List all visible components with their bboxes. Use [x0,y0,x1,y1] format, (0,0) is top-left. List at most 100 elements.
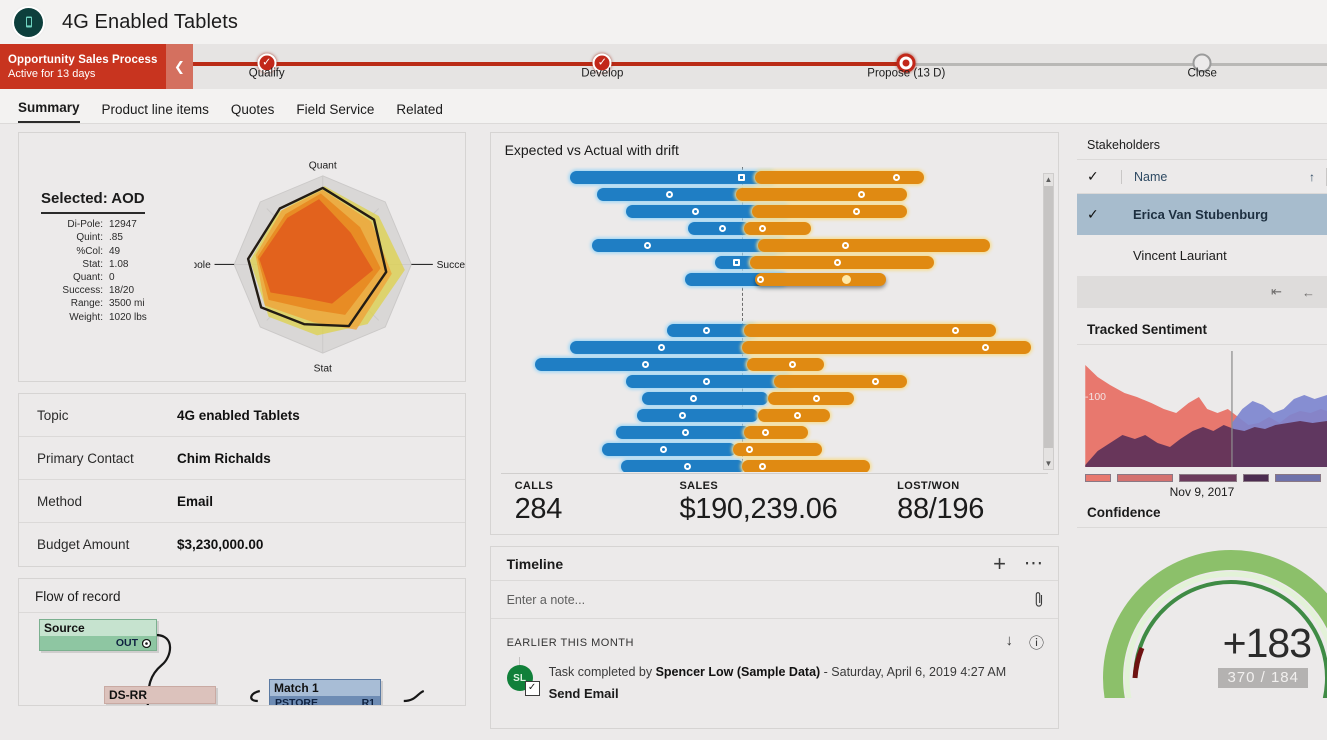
expected-bar[interactable] [602,443,737,456]
timeline-section-label: EARLIER THIS MONTH [506,636,634,649]
chevron-left-icon[interactable]: ❮ [166,44,193,89]
flow-node-match-1-out-port: R1 [361,697,375,706]
stakeholder-row[interactable]: Vincent Lauriant [1077,235,1327,276]
bpf-stage-close[interactable]: Close [1188,53,1217,80]
checkmark-icon[interactable]: ✓ [1087,168,1121,185]
tab-summary[interactable]: Summary [18,100,80,123]
tracked-sentiment-chart: -100 [1077,351,1327,471]
flow-node-ds-rr-label: DS-RR [109,688,147,702]
expected-bar[interactable] [596,188,758,201]
gantt-row[interactable] [501,171,1036,184]
kpi-label: LOST/WON [897,480,960,492]
timeline-title: Timeline [506,556,564,572]
tab-field-service[interactable]: Field Service [296,102,374,123]
actual-bar[interactable] [736,188,908,201]
gantt-row[interactable] [501,256,1036,269]
actual-bar[interactable] [746,358,825,371]
flow-node-match-1-label: Match 1 [270,680,380,696]
scrollbar-thumb[interactable] [1044,186,1053,448]
column-header-name[interactable]: Name [1121,169,1298,184]
arrow-up-icon[interactable]: ↑ [1298,170,1326,184]
actual-bar[interactable] [757,239,991,252]
sentiment-axis-label: -100 [1085,391,1107,403]
radar-stat-key: Range: [70,298,103,310]
confidence-ratio: 370 / 184 [1218,668,1308,688]
radar-stat-value: 12947 [109,219,137,231]
bpf-progress-line [193,62,907,66]
expected-bar[interactable] [570,171,777,184]
gantt-row[interactable] [501,324,1036,337]
gantt-row[interactable] [501,375,1036,388]
radar-stat-value: 1020 lbs [109,311,147,323]
bpf-active-stage[interactable]: Opportunity Sales Process Active for 13 … [0,44,166,89]
gantt-row[interactable] [501,460,1036,472]
detail-label: Primary Contact [37,450,134,466]
radar-plot: Quant Success Stat Di-pole [178,137,475,377]
business-process-flow: Opportunity Sales Process Active for 13 … [0,44,1327,89]
actual-bar[interactable] [749,256,935,269]
gantt-row[interactable] [501,239,1036,252]
actual-bar[interactable] [754,273,887,286]
paperclip-icon[interactable] [1035,591,1044,608]
confidence-title: Confidence [1077,499,1327,528]
gantt-row[interactable] [501,358,1036,371]
middle-column: Expected vs Actual with drift ▲ ▼ CALLS 2… [478,132,1069,729]
detail-row[interactable]: Primary Contact Chim Richalds [19,437,465,480]
gantt-scrollbar[interactable]: ▲ ▼ [1043,173,1054,470]
actual-bar[interactable] [744,426,809,439]
gantt-row[interactable] [501,392,1036,405]
timeline-item-prefix: Task completed by [548,665,656,679]
flow-node-ds-rr[interactable]: DS-RR [104,686,216,704]
ellipsis-icon[interactable]: ⋯ [1024,554,1044,573]
expected-bar[interactable] [621,460,745,472]
gantt-row[interactable] [501,273,1036,286]
bpf-stage-develop[interactable]: ✓ Develop [581,53,623,80]
info-circle-icon[interactable]: ⓘ [1029,632,1044,653]
gantt-row[interactable] [501,409,1036,422]
gantt-row[interactable] [501,426,1036,439]
tab-quotes[interactable]: Quotes [231,102,275,123]
detail-row[interactable]: Budget Amount $3,230,000.00 [19,523,465,566]
timeline-item[interactable]: SL ✓ Task completed by Spencer Low (Samp… [491,657,1058,701]
checkbox-icon: ✓ [524,681,540,696]
expected-vs-actual-title: Expected vs Actual with drift [504,142,679,158]
tab-related[interactable]: Related [396,102,443,123]
tablet-icon [14,7,43,37]
note-placeholder: Enter a note... [506,592,586,607]
expected-marker-icon [641,361,649,368]
expected-marker-icon [738,174,745,181]
actual-bar[interactable] [744,222,812,235]
actual-bar[interactable] [752,205,908,218]
detail-row[interactable]: Method Email [19,480,465,523]
sentiment-marker-date: Nov 9, 2017 [1169,485,1235,499]
gantt-row[interactable] [501,188,1036,201]
opportunity-details-table: Topic 4G enabled Tablets Primary Contact Ch… [18,393,466,567]
arrow-down-icon[interactable]: ↓ [1005,632,1013,653]
expected-bar[interactable] [637,409,758,422]
plus-icon[interactable]: + [993,553,1006,575]
stakeholder-name: Vincent Lauriant [1133,248,1227,263]
stakeholder-row[interactable]: ✓ Erica Van Stubenburg [1077,194,1327,235]
expected-bar[interactable] [642,392,769,405]
bpf-stage-qualify[interactable]: ✓ Qualify [249,53,285,80]
actual-bar[interactable] [768,392,854,405]
tab-product-line-items[interactable]: Product line items [102,102,209,123]
first-page-icon[interactable]: ⇤ [1271,284,1282,300]
timeline-header: Timeline + ⋯ [490,547,1058,581]
timeline-note-row[interactable]: Enter a note... [490,581,1058,619]
gantt-row[interactable] [501,222,1036,235]
caret-up-icon[interactable]: ▲ [1044,174,1053,185]
actual-bar[interactable] [773,375,908,388]
detail-row[interactable]: Topic 4G enabled Tablets [19,394,465,437]
caret-down-icon[interactable]: ▼ [1044,458,1053,469]
gantt-row[interactable] [501,205,1036,218]
app-root: 4G Enabled Tablets Opportunity Sales Pro… [0,0,1327,740]
prev-page-icon[interactable]: ← [1302,285,1315,300]
gantt-row[interactable] [501,341,1036,354]
bpf-stage-propose[interactable]: Propose (13 D) [867,53,945,80]
gantt-row[interactable] [501,443,1036,456]
flow-node-source[interactable]: Source OUT [39,619,157,651]
checkmark-icon[interactable]: ✓ [1087,206,1121,223]
expected-marker-icon [732,259,740,266]
flow-node-match-1[interactable]: Match 1 PSTORE R1 [269,679,381,706]
